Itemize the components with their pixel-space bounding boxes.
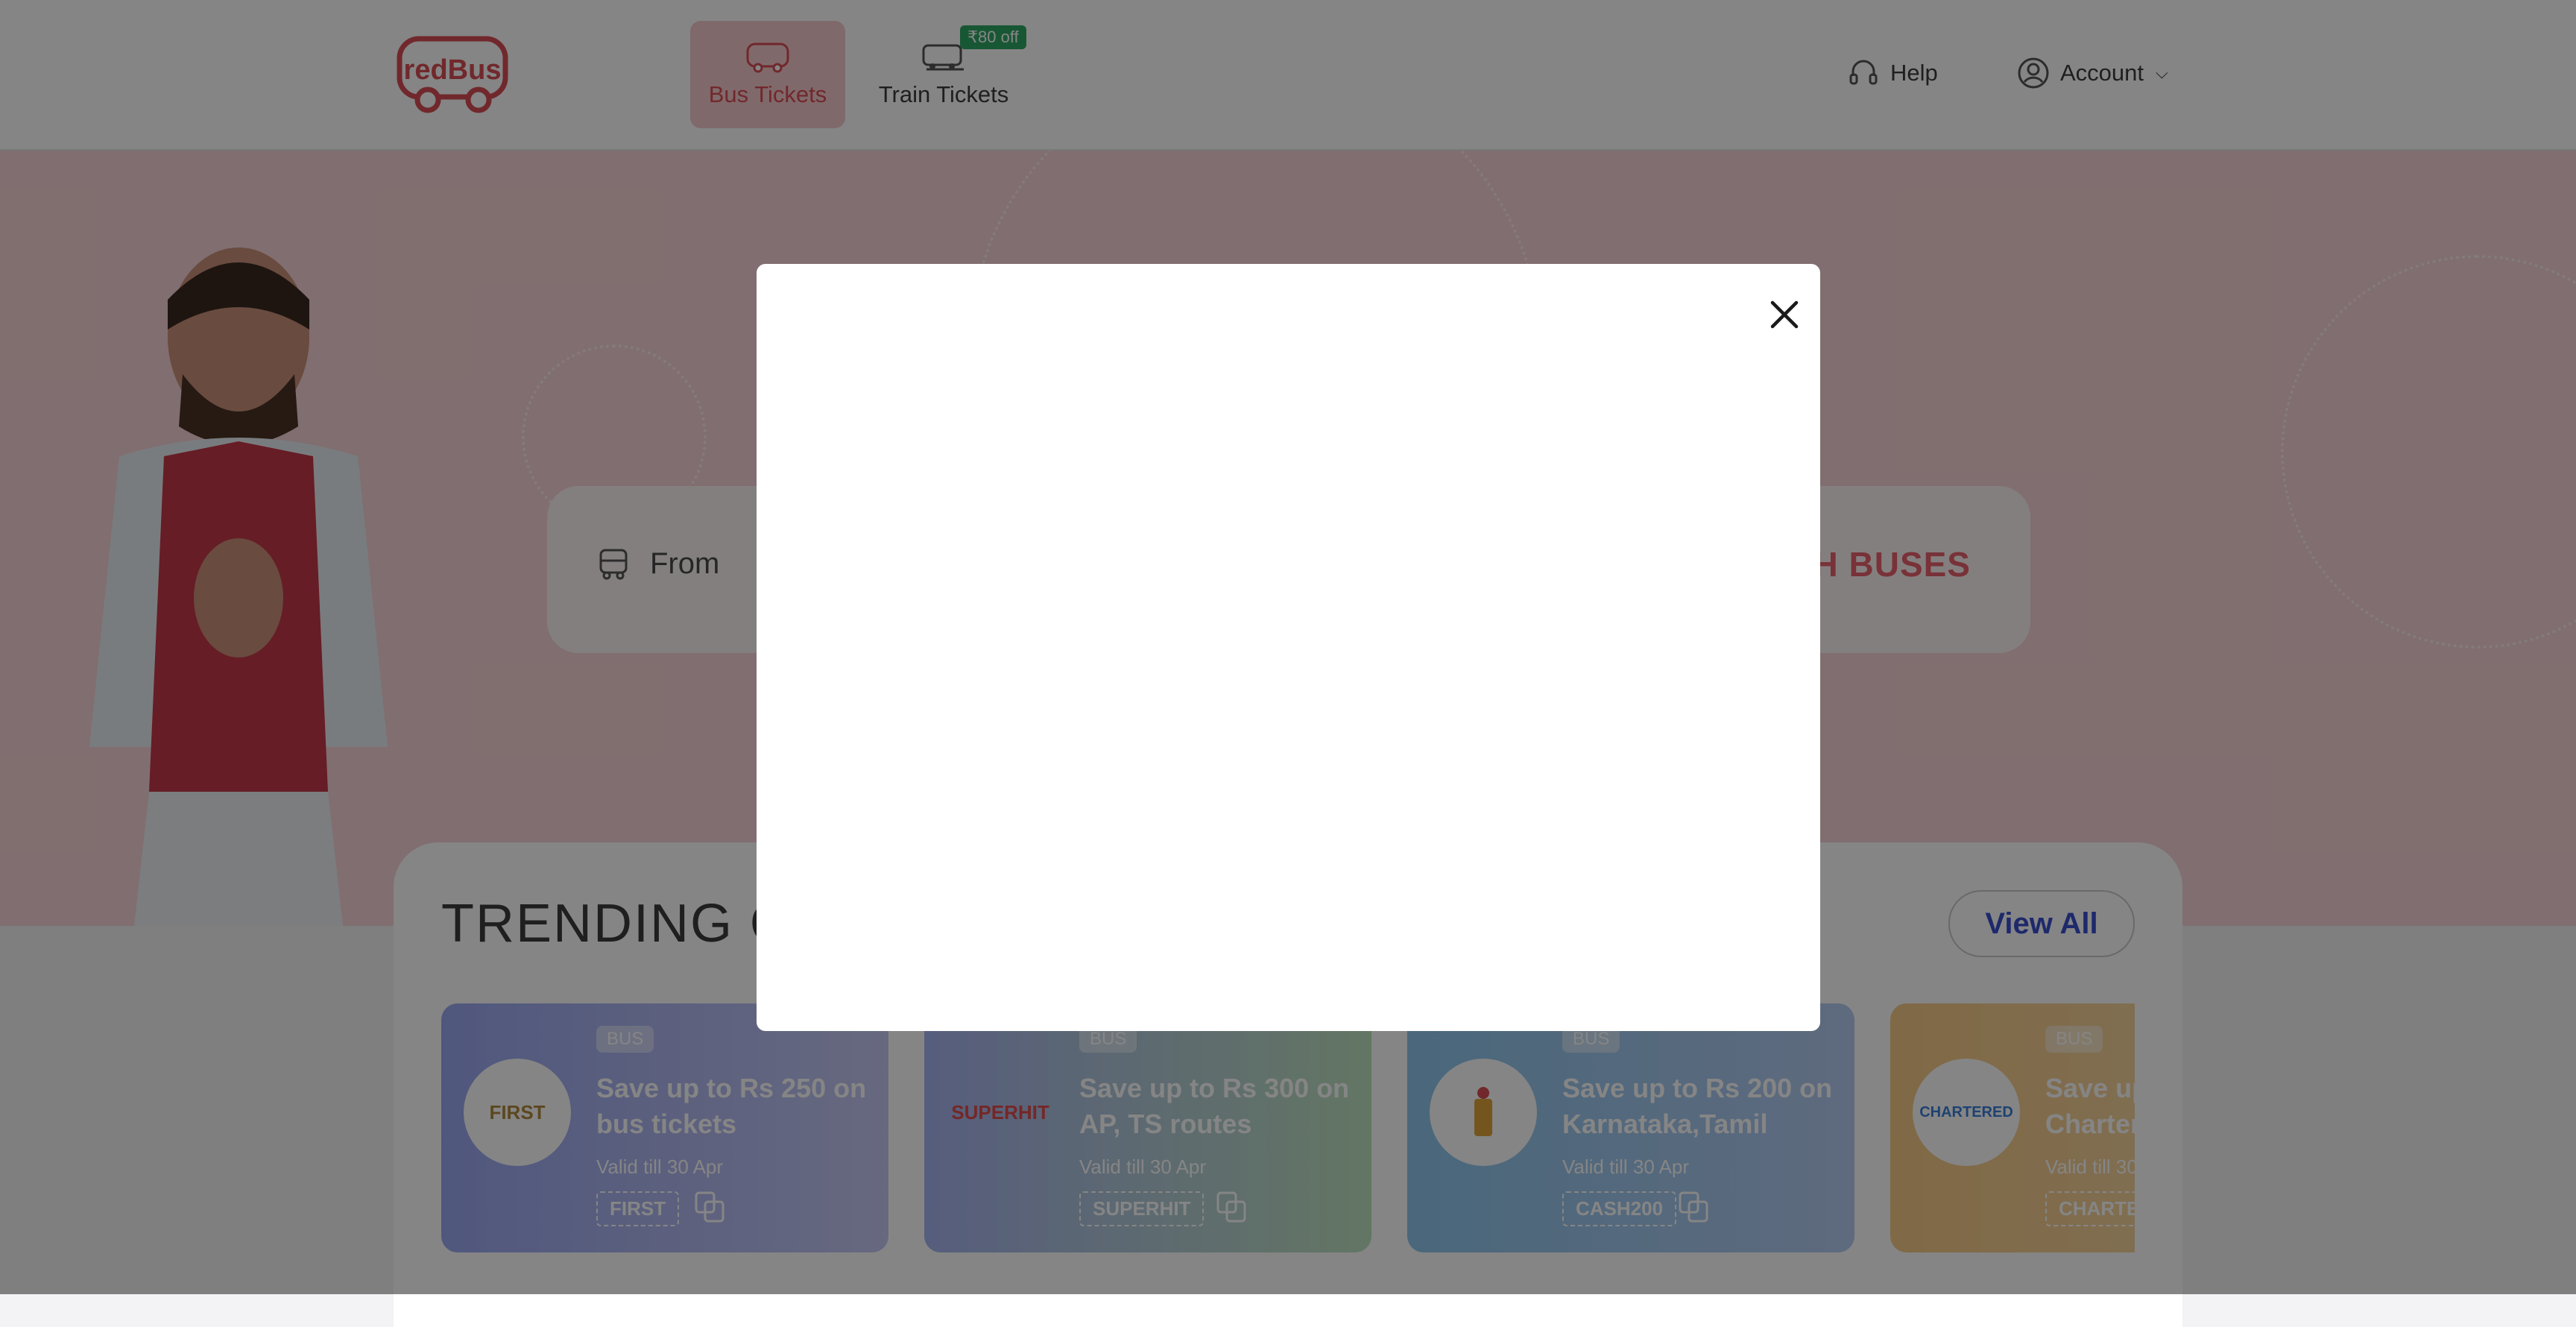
close-button[interactable] (1765, 295, 1804, 334)
close-icon (1770, 300, 1799, 329)
popup-modal (757, 264, 1820, 1031)
